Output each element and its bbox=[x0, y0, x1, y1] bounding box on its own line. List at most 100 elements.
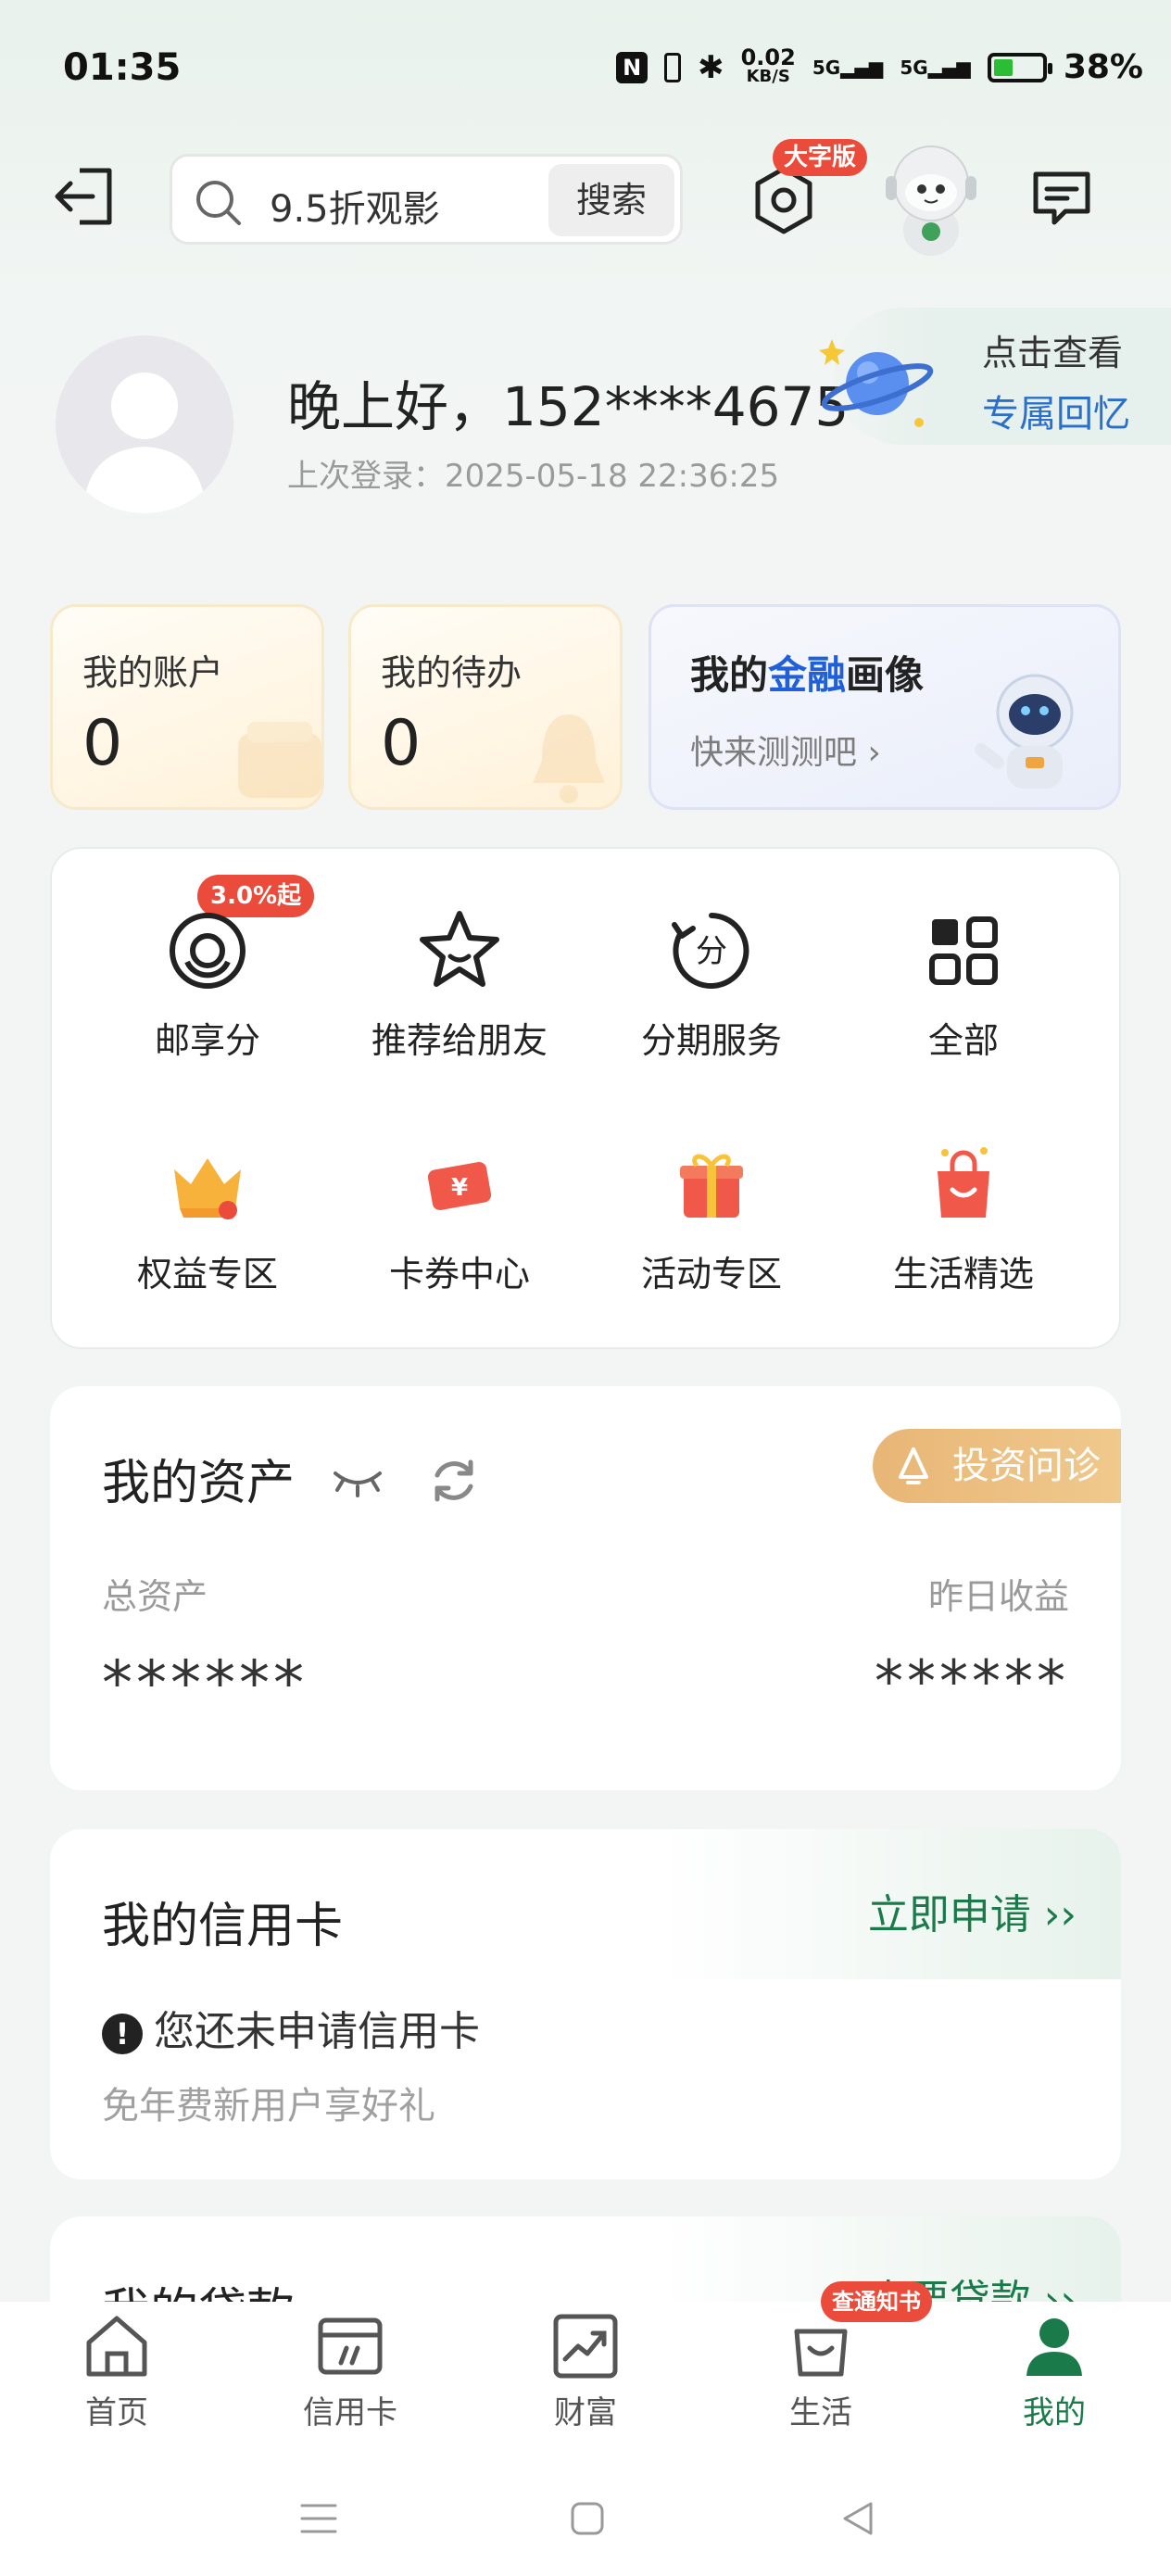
signal2-label: 5G bbox=[900, 56, 928, 79]
avatar[interactable] bbox=[56, 335, 233, 513]
menu-item-label: 卡券中心 bbox=[388, 1254, 530, 1294]
signal-icon-2: 5G▂▄▆ bbox=[900, 56, 971, 79]
credit-notice-text: 您还未申请信用卡 bbox=[154, 2008, 480, 2055]
menu-item-benefits[interactable]: 权益专区 bbox=[82, 1138, 334, 1296]
finance-sub-text: 快来测测吧 bbox=[690, 734, 858, 772]
todo-value: 0 bbox=[381, 707, 422, 780]
account-value: 0 bbox=[82, 707, 123, 780]
nfc-icon: N bbox=[616, 51, 648, 83]
vibrate-icon bbox=[664, 52, 682, 82]
greeting-text: 晚上好，152****4675 bbox=[287, 375, 850, 438]
credit-card-section: 我的信用卡 立即申请 ›› ! 您还未申请信用卡 免年费新用户享好礼 bbox=[50, 1829, 1121, 2179]
tab-label: 我的 bbox=[1023, 2394, 1086, 2431]
menu-item-activities[interactable]: 活动专区 bbox=[586, 1138, 837, 1296]
finance-subtitle: 快来测测吧 › bbox=[690, 726, 881, 774]
search-icon bbox=[196, 181, 241, 225]
eye-closed-icon[interactable] bbox=[330, 1462, 385, 1499]
profile-icon bbox=[1026, 2318, 1082, 2376]
last-login: 上次登录：2025-05-18 22:36:25 bbox=[287, 458, 780, 495]
search-bar[interactable]: 9.5折观影 搜索 bbox=[170, 154, 683, 245]
bell-icon bbox=[533, 714, 605, 803]
bell-alert-icon bbox=[899, 1447, 928, 1484]
assistant-robot-icon[interactable] bbox=[880, 139, 982, 259]
total-assets-value: ****** bbox=[102, 1648, 308, 1719]
finance-title-post: 画像 bbox=[846, 652, 925, 698]
credit-subtitle: 免年费新用户享好礼 bbox=[102, 2085, 435, 2128]
message-icon[interactable] bbox=[1028, 165, 1095, 232]
home-icon bbox=[86, 2316, 147, 2377]
menu-item-installment[interactable]: 分 分期服务 bbox=[586, 904, 837, 1063]
investment-diagnosis-button[interactable]: 投资问诊 bbox=[873, 1429, 1121, 1503]
menu-item-label: 生活精选 bbox=[892, 1254, 1034, 1294]
menu-item-life-selection[interactable]: 生活精选 bbox=[837, 1138, 1089, 1296]
tab-life[interactable]: 生活 bbox=[737, 2311, 904, 2432]
menu-item-label: 权益专区 bbox=[136, 1254, 278, 1294]
tab-label: 首页 bbox=[85, 2394, 148, 2431]
memory-line1[interactable]: 点击查看 bbox=[982, 324, 1123, 375]
refresh-icon[interactable] bbox=[426, 1453, 482, 1509]
financial-profile-card[interactable]: 我的金融画像 快来测测吧 › bbox=[648, 604, 1121, 810]
finance-title-pre: 我的 bbox=[690, 652, 769, 698]
my-todo-card[interactable]: 我的待办 0 bbox=[348, 604, 623, 810]
installment-icon: 分 bbox=[672, 913, 749, 989]
menu-item-points[interactable]: 邮享分 bbox=[82, 904, 334, 1063]
star-icon bbox=[420, 911, 499, 987]
svg-text:分: 分 bbox=[696, 933, 727, 970]
status-icons: N ✱ 0.02 KB/S 5G▂▄▆ 5G▂▄▆ 38% bbox=[616, 46, 1143, 86]
signal-icon: 5G▂▄▆ bbox=[812, 56, 884, 79]
credit-title: 我的信用卡 bbox=[102, 1899, 344, 1954]
menu-item-label: 推荐给朋友 bbox=[371, 1020, 548, 1061]
tab-label: 信用卡 bbox=[303, 2394, 397, 2431]
yesterday-earnings-label: 昨日收益 bbox=[927, 1576, 1069, 1617]
coupon-icon: ¥ bbox=[427, 1162, 492, 1210]
tab-home[interactable]: 首页 bbox=[33, 2311, 200, 2432]
planet-icon bbox=[819, 339, 934, 427]
status-time: 01:35 bbox=[63, 46, 182, 89]
battery-percent: 38% bbox=[1063, 48, 1143, 86]
menu-item-label: 全部 bbox=[927, 1020, 999, 1061]
notice-badge[interactable]: 查通知书 bbox=[821, 2281, 932, 2322]
astronaut-icon bbox=[975, 674, 1074, 789]
warning-icon: ! bbox=[102, 2014, 143, 2054]
grid-icon bbox=[929, 916, 998, 985]
menu-item-label: 分期服务 bbox=[640, 1020, 782, 1061]
menu-item-all[interactable]: 全部 bbox=[837, 904, 1089, 1063]
total-assets-label: 总资产 bbox=[102, 1576, 208, 1617]
search-button[interactable]: 搜索 bbox=[548, 164, 674, 236]
finance-title: 我的金融画像 bbox=[690, 644, 924, 701]
apply-now-link[interactable]: 立即申请 ›› bbox=[868, 1881, 1077, 1940]
back-nav-icon[interactable] bbox=[839, 2500, 876, 2537]
signal1-label: 5G bbox=[812, 56, 841, 79]
net-speed-unit: KB/S bbox=[746, 67, 790, 86]
chevron-right-icon: › bbox=[867, 734, 881, 772]
large-font-badge[interactable]: 大字版 bbox=[773, 139, 868, 176]
yesterday-earnings-value: ****** bbox=[875, 1648, 1069, 1715]
tab-label: 财富 bbox=[554, 2394, 617, 2431]
account-title: 我的账户 bbox=[82, 652, 224, 693]
net-speed: 0.02 KB/S bbox=[741, 46, 796, 86]
tab-credit-card[interactable]: 信用卡 bbox=[267, 2311, 434, 2432]
menu-item-recommend[interactable]: 推荐给朋友 bbox=[334, 904, 586, 1063]
user-silhouette-icon bbox=[83, 373, 206, 513]
menu-item-label: 邮享分 bbox=[154, 1020, 260, 1061]
wealth-icon bbox=[553, 2314, 618, 2379]
gift-icon bbox=[680, 1154, 743, 1218]
crown-icon bbox=[174, 1158, 241, 1219]
shopping-bag-icon bbox=[938, 1147, 989, 1218]
points-icon bbox=[170, 913, 246, 989]
svg-text:¥: ¥ bbox=[451, 1174, 468, 1202]
home-nav-icon[interactable] bbox=[569, 2500, 606, 2537]
battery-icon bbox=[987, 52, 1052, 82]
bluetooth-icon: ✱ bbox=[698, 48, 724, 86]
search-input[interactable]: 9.5折观影 bbox=[270, 179, 440, 233]
menu-nav-icon[interactable] bbox=[298, 2502, 339, 2535]
logout-icon[interactable] bbox=[52, 163, 119, 230]
my-account-card[interactable]: 我的账户 0 bbox=[50, 604, 324, 810]
memory-line2[interactable]: 专属回忆 bbox=[982, 384, 1130, 437]
credit-card-icon bbox=[318, 2317, 383, 2375]
menu-item-coupons[interactable]: ¥ 卡券中心 bbox=[334, 1138, 586, 1296]
finance-title-highlight: 金融 bbox=[768, 652, 847, 698]
menu-item-label: 活动专区 bbox=[640, 1254, 782, 1294]
tab-wealth[interactable]: 财富 bbox=[502, 2311, 669, 2432]
tab-profile[interactable]: 我的 bbox=[971, 2311, 1138, 2432]
